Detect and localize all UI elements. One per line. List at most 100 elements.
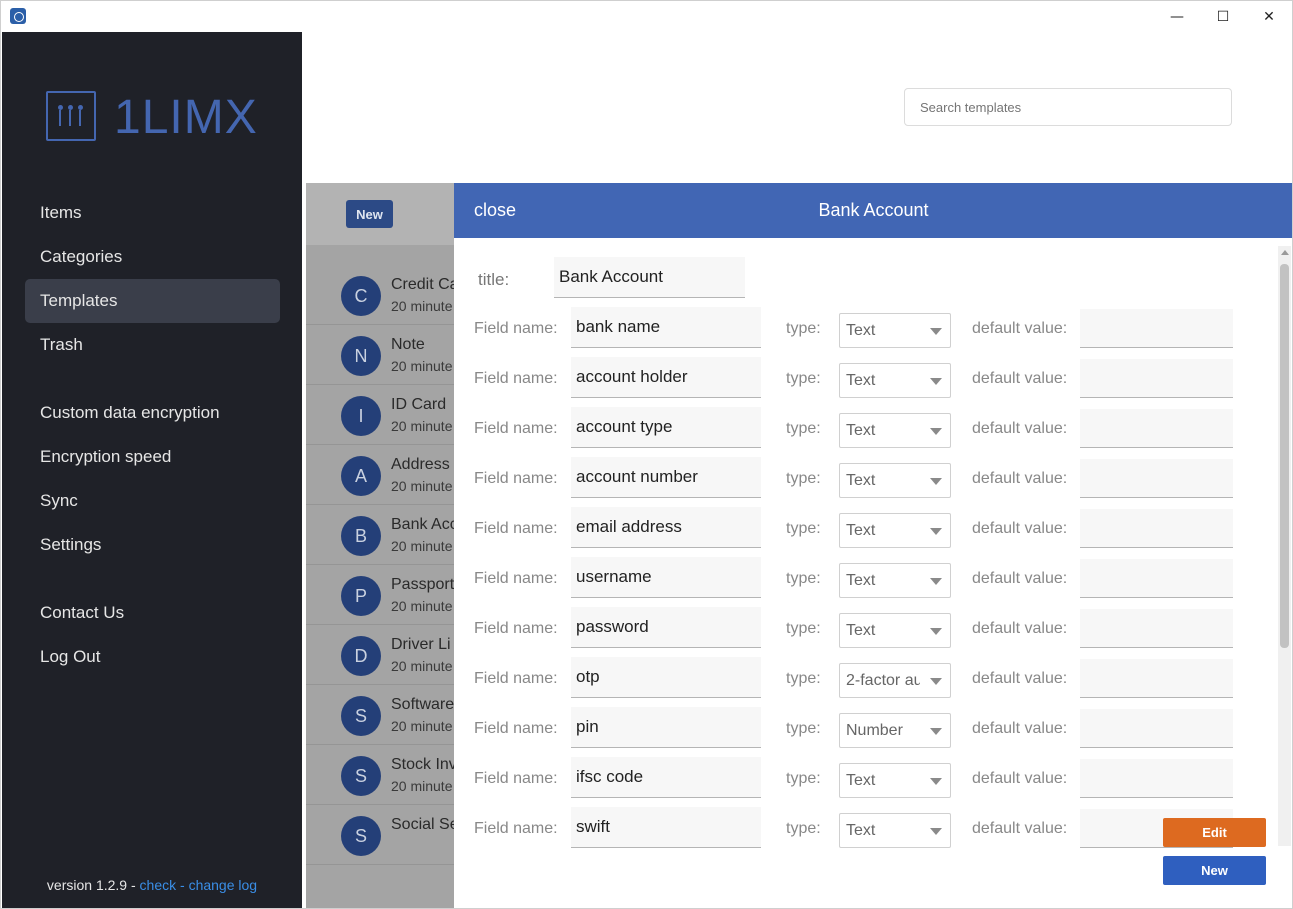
nav-item-encryption-speed[interactable]: Encryption speed xyxy=(25,435,280,479)
list-item[interactable]: A Address 20 minute xyxy=(306,445,454,505)
default-value-input[interactable] xyxy=(1080,609,1233,648)
maximize-button[interactable]: ☐ xyxy=(1200,1,1246,32)
default-value-label: default value: xyxy=(972,820,1068,837)
scroll-up-icon[interactable] xyxy=(1281,250,1289,255)
field-name-input[interactable]: pin xyxy=(571,707,761,748)
type-select[interactable]: Text xyxy=(839,563,951,598)
chevron-down-icon xyxy=(930,328,942,335)
list-item-subtitle: 20 minute xyxy=(391,658,453,674)
chevron-down-icon xyxy=(930,728,942,735)
nav-item-settings[interactable]: Settings xyxy=(25,523,280,567)
changelog-link[interactable]: change log xyxy=(189,877,258,893)
logo-icon xyxy=(46,91,96,141)
default-value-input[interactable] xyxy=(1080,559,1233,598)
default-value-label: default value: xyxy=(972,770,1068,787)
field-name-input[interactable]: username xyxy=(571,557,761,598)
field-name-input[interactable]: otp xyxy=(571,657,761,698)
default-value-input[interactable] xyxy=(1080,509,1233,548)
type-label: type: xyxy=(786,320,821,337)
list-item[interactable]: S Social Se xyxy=(306,805,454,865)
check-link[interactable]: check xyxy=(140,877,177,893)
type-select[interactable]: Number xyxy=(839,713,951,748)
default-value-input[interactable] xyxy=(1080,459,1233,498)
list-item[interactable]: D Driver Li 20 minute xyxy=(306,625,454,685)
list-item-subtitle: 20 minute xyxy=(391,418,453,434)
list-item[interactable]: S Stock Inv 20 minute xyxy=(306,745,454,805)
chevron-down-icon xyxy=(930,678,942,685)
type-select-value: Text xyxy=(846,622,876,639)
type-select[interactable]: Text xyxy=(839,313,951,348)
type-select-value: Text xyxy=(846,772,876,789)
field-row: Field name: ifsc code type: Text default val… xyxy=(454,757,1277,807)
list-item[interactable]: N Note 20 minute xyxy=(306,325,454,385)
field-name-input[interactable]: password xyxy=(571,607,761,648)
type-select[interactable]: Text xyxy=(839,763,951,798)
edit-button[interactable]: Edit xyxy=(1163,818,1266,847)
type-label: type: xyxy=(786,470,821,487)
default-value-input[interactable] xyxy=(1080,659,1233,698)
modal-scrollbar[interactable] xyxy=(1278,246,1291,846)
default-value-input[interactable] xyxy=(1080,759,1233,798)
nav-item-log-out[interactable]: Log Out xyxy=(25,635,280,679)
nav-item-contact-us[interactable]: Contact Us xyxy=(25,591,280,635)
list-item[interactable]: C Credit Ca 20 minute xyxy=(306,265,454,325)
title-input[interactable] xyxy=(554,257,745,298)
default-value-input[interactable] xyxy=(1080,709,1233,748)
field-name-input[interactable]: account number xyxy=(571,457,761,498)
close-window-button[interactable]: ✕ xyxy=(1246,1,1292,32)
version-text: version 1.2.9 - xyxy=(46,877,140,893)
field-name-input[interactable]: account type xyxy=(571,407,761,448)
nav-item-categories[interactable]: Categories xyxy=(25,235,280,279)
field-name-input[interactable]: bank name xyxy=(571,307,761,348)
field-name-input[interactable]: account holder xyxy=(571,357,761,398)
type-select[interactable]: Text xyxy=(839,813,951,848)
search-input[interactable] xyxy=(904,88,1232,126)
list-item-subtitle: 20 minute xyxy=(391,718,453,734)
type-select[interactable]: Text xyxy=(839,463,951,498)
type-select[interactable]: Text xyxy=(839,613,951,648)
nav-item-custom-data-encryption[interactable]: Custom data encryption xyxy=(25,391,280,435)
list-header: New xyxy=(306,183,454,245)
field-row: Field name: account holder type: Text defaul… xyxy=(454,357,1277,407)
field-name-input[interactable]: ifsc code xyxy=(571,757,761,798)
nav-item-templates[interactable]: Templates xyxy=(25,279,280,323)
list-item-title: Stock Inv xyxy=(391,756,454,773)
nav-item-sync[interactable]: Sync xyxy=(25,479,280,523)
type-select[interactable]: Text xyxy=(839,413,951,448)
modal-close-button[interactable]: close xyxy=(474,183,516,238)
field-name-label: Field name: xyxy=(474,670,558,687)
type-select-value: Text xyxy=(846,422,876,439)
default-value-input[interactable] xyxy=(1080,359,1233,398)
list-item[interactable]: P Passport 20 minute xyxy=(306,565,454,625)
type-label: type: xyxy=(786,770,821,787)
default-value-input[interactable] xyxy=(1080,409,1233,448)
sidebar: 1LIMX Items Categories Templates Trash Custo… xyxy=(2,32,302,908)
nav-item-trash[interactable]: Trash xyxy=(25,323,280,367)
new-template-button[interactable]: New xyxy=(346,200,393,228)
minimize-button[interactable]: — xyxy=(1154,1,1200,32)
type-select-value: Text xyxy=(846,572,876,589)
type-select[interactable]: 2-factor au xyxy=(839,663,951,698)
default-value-input[interactable] xyxy=(1080,309,1233,348)
list-item[interactable]: S Software 20 minute xyxy=(306,685,454,745)
list-item-title: Software xyxy=(391,696,454,713)
new-field-button[interactable]: New xyxy=(1163,856,1266,885)
template-list: C Credit Ca 20 minute N Note 20 minute I ID Car… xyxy=(306,265,454,865)
type-select[interactable]: Text xyxy=(839,363,951,398)
nav-item-items[interactable]: Items xyxy=(25,191,280,235)
list-item-title: Social Se xyxy=(391,816,454,833)
list-item[interactable]: I ID Card 20 minute xyxy=(306,385,454,445)
avatar: I xyxy=(341,396,381,436)
type-select[interactable]: Text xyxy=(839,513,951,548)
list-item[interactable]: B Bank Acc 20 minute xyxy=(306,505,454,565)
type-label: type: xyxy=(786,370,821,387)
type-select-value: Text xyxy=(846,822,876,839)
field-name-input[interactable]: email address xyxy=(571,507,761,548)
field-name-input[interactable]: swift xyxy=(571,807,761,848)
default-value-label: default value: xyxy=(972,320,1068,337)
scrollbar-thumb[interactable] xyxy=(1280,264,1289,648)
version-info: version 1.2.9 - check - change log xyxy=(2,877,302,893)
templates-list-pane: New C Credit Ca 20 minute N Note 20 minute I ID… xyxy=(306,183,454,908)
default-value-label: default value: xyxy=(972,470,1068,487)
type-select-value: Text xyxy=(846,322,876,339)
